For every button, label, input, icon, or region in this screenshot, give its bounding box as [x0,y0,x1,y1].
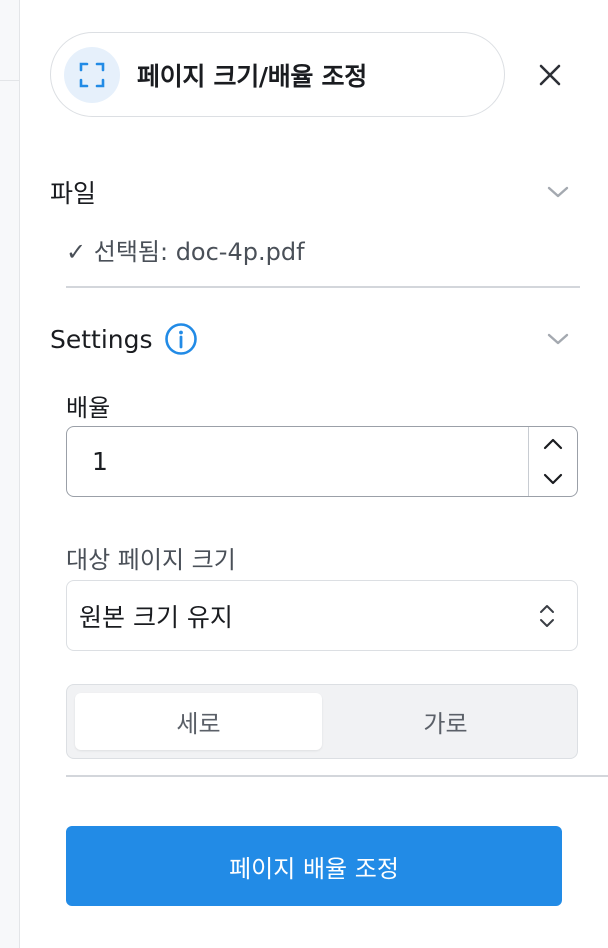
orientation-landscape[interactable]: 가로 [322,693,569,750]
chevron-down-icon [546,180,570,204]
page-size-label: 대상 페이지 크기 [66,546,236,574]
settings-title-group: Settings [50,322,198,356]
left-panel-edge [0,0,20,948]
orientation-toggle: 세로 가로 [66,684,578,759]
chevron-down-icon [543,473,563,484]
settings-section-header[interactable]: Settings [50,322,580,356]
info-icon[interactable] [164,322,198,356]
selected-file-status: ✓ 선택됨: doc-4p.pdf [66,238,305,266]
settings-section-title: Settings [50,324,153,354]
close-button[interactable] [533,58,567,92]
orientation-portrait[interactable]: 세로 [75,693,322,750]
scale-label: 배율 [66,394,111,422]
tool-title: 페이지 크기/배율 조정 [137,61,367,91]
page-size-select[interactable]: 원본 크기 유지 [66,580,578,651]
increment-button[interactable] [529,427,577,462]
scale-number-input[interactable] [66,426,578,497]
scale-frame-icon [64,46,120,103]
scale-pages-button[interactable]: 페이지 배율 조정 [66,826,562,906]
file-section-title: 파일 [50,179,97,208]
section-divider [66,286,580,288]
close-icon [539,64,561,86]
select-updown-icon [540,604,554,627]
scale-stepper[interactable] [528,427,577,496]
page-size-selected: 원본 크기 유지 [79,602,233,632]
decrement-button[interactable] [529,462,577,497]
file-section-header[interactable]: 파일 [50,174,580,210]
chevron-down-icon [546,327,570,351]
tool-header: 페이지 크기/배율 조정 [50,32,505,117]
section-divider [66,775,608,777]
chevron-up-icon [543,439,563,450]
scale-value-field[interactable] [67,447,528,476]
left-panel-divider [0,80,20,81]
